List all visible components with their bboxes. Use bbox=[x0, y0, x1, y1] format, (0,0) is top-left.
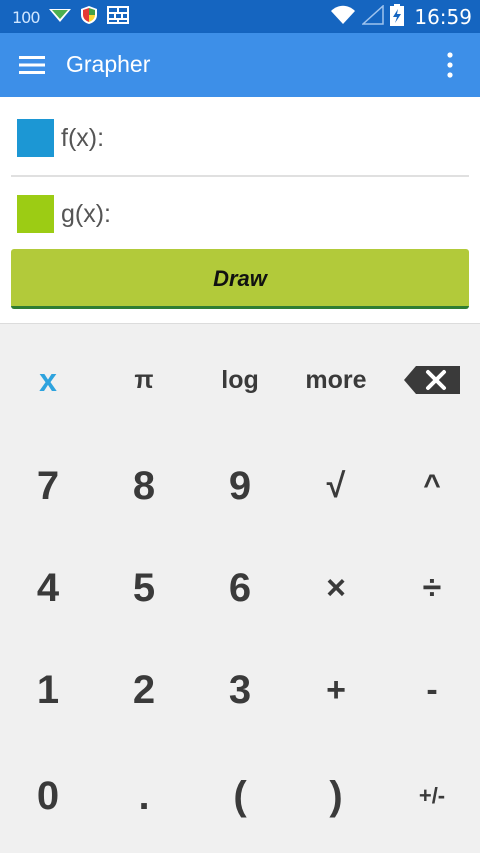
g-input[interactable] bbox=[111, 194, 465, 236]
status-right: 16:59 bbox=[330, 3, 472, 31]
app-title: Grapher bbox=[66, 51, 151, 77]
key-multiply[interactable]: × bbox=[288, 552, 384, 624]
g-color-swatch[interactable] bbox=[17, 195, 54, 233]
function-row-f: f(x): bbox=[11, 97, 469, 177]
key-divide[interactable]: ÷ bbox=[384, 552, 480, 624]
status-clock: 16:59 bbox=[414, 5, 472, 29]
backspace-icon bbox=[404, 366, 460, 394]
key-close-paren[interactable]: ) bbox=[288, 760, 384, 832]
shield-icon bbox=[80, 5, 98, 30]
overflow-menu-button[interactable] bbox=[442, 49, 458, 81]
send-icon bbox=[48, 7, 72, 28]
key-pi[interactable]: π bbox=[96, 344, 192, 416]
grid-app-icon bbox=[106, 5, 130, 30]
key-open-paren[interactable]: ( bbox=[192, 760, 288, 832]
app-bar: Grapher bbox=[0, 33, 480, 97]
key-plus[interactable]: + bbox=[288, 654, 384, 726]
f-color-swatch[interactable] bbox=[17, 119, 54, 157]
key-more[interactable]: more bbox=[288, 344, 384, 416]
overflow-menu-icon bbox=[447, 52, 453, 78]
key-4[interactable]: 4 bbox=[0, 552, 96, 624]
function-panel: f(x): g(x): Draw bbox=[0, 97, 480, 324]
battery-level-text: 100 bbox=[12, 7, 41, 27]
key-sqrt[interactable]: √ bbox=[288, 450, 384, 522]
f-label: f(x): bbox=[61, 124, 105, 152]
key-9[interactable]: 9 bbox=[192, 450, 288, 522]
battery-charging-icon bbox=[390, 3, 405, 31]
key-decimal[interactable]: . bbox=[96, 760, 192, 832]
key-minus[interactable]: - bbox=[384, 654, 480, 726]
key-6[interactable]: 6 bbox=[192, 552, 288, 624]
menu-icon bbox=[19, 56, 45, 74]
key-negate[interactable]: +/- bbox=[384, 760, 480, 832]
draw-button[interactable]: Draw bbox=[11, 249, 469, 309]
key-power[interactable]: ^ bbox=[384, 450, 480, 522]
key-1[interactable]: 1 bbox=[0, 654, 96, 726]
keypad: x π log more 7 8 9 √ ^ 4 5 6 × ÷ 1 2 3 +… bbox=[0, 324, 480, 853]
f-input[interactable] bbox=[111, 118, 465, 160]
signal-icon bbox=[361, 3, 385, 30]
menu-button[interactable] bbox=[14, 49, 50, 81]
key-x[interactable]: x bbox=[0, 344, 96, 416]
key-0[interactable]: 0 bbox=[0, 760, 96, 832]
g-label: g(x): bbox=[61, 200, 111, 228]
wifi-icon bbox=[330, 5, 356, 30]
key-8[interactable]: 8 bbox=[96, 450, 192, 522]
key-2[interactable]: 2 bbox=[96, 654, 192, 726]
backspace-button[interactable] bbox=[384, 344, 480, 416]
key-log[interactable]: log bbox=[192, 344, 288, 416]
key-3[interactable]: 3 bbox=[192, 654, 288, 726]
key-7[interactable]: 7 bbox=[0, 450, 96, 522]
key-5[interactable]: 5 bbox=[96, 552, 192, 624]
function-row-g: g(x): bbox=[11, 177, 469, 249]
status-bar: 100 16:59 bbox=[0, 0, 480, 33]
status-left: 100 bbox=[12, 5, 130, 29]
